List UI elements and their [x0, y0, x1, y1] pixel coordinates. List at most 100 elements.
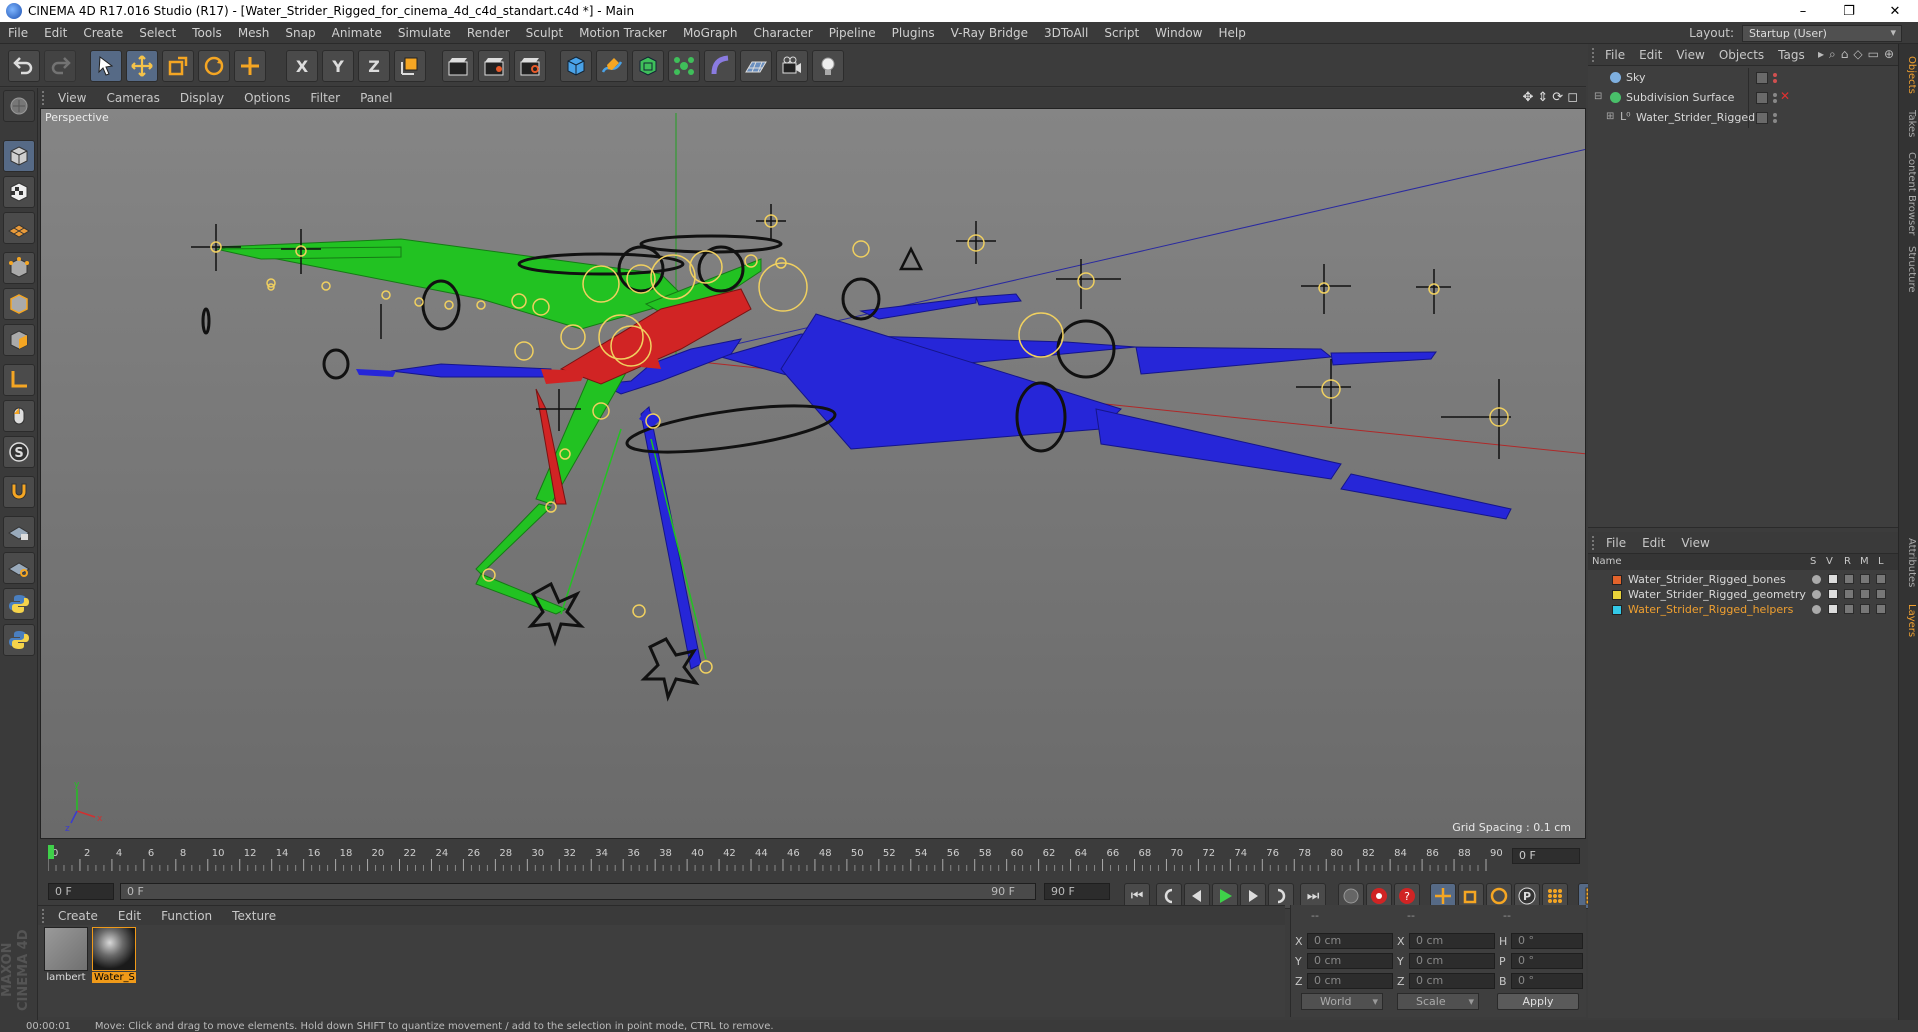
render-toggle[interactable]: [1844, 589, 1854, 599]
manager-toggle[interactable]: [1860, 574, 1870, 584]
manager-toggle[interactable]: [1860, 589, 1870, 599]
layer-row-geometry[interactable]: Water_Strider_Rigged_geometry: [1588, 587, 1898, 602]
material-menu-texture[interactable]: Texture: [222, 909, 286, 923]
visible-toggle[interactable]: [1828, 589, 1838, 599]
layer-menu-edit[interactable]: Edit: [1634, 536, 1673, 550]
end-frame-field[interactable]: 90 F: [1044, 883, 1110, 900]
object-row-subdivision-surface[interactable]: ⊟ Subdivision Surface ✕: [1588, 88, 1898, 108]
size-mode-select[interactable]: Scale: [1397, 993, 1479, 1010]
minimize-button[interactable]: –: [1780, 0, 1826, 22]
points-mode-button[interactable]: [3, 252, 35, 284]
menu-animate[interactable]: Animate: [324, 22, 390, 44]
dolly-view-icon[interactable]: ⇕: [1537, 90, 1548, 105]
viewport-menu-view[interactable]: View: [48, 91, 96, 105]
viewport-menu-cameras[interactable]: Cameras: [96, 91, 169, 105]
polygons-mode-button[interactable]: [3, 324, 35, 356]
scale-tool-button[interactable]: [162, 50, 194, 82]
menu-motion-tracker[interactable]: Motion Tracker: [571, 22, 675, 44]
make-editable-button[interactable]: [3, 90, 35, 122]
column-manager[interactable]: M: [1860, 556, 1869, 567]
render-to-picture-viewer-button[interactable]: [478, 50, 510, 82]
rot-h-field[interactable]: 0 °: [1511, 933, 1583, 949]
object-menu-edit[interactable]: Edit: [1632, 48, 1669, 62]
editor-visibility-dot[interactable]: [1773, 73, 1777, 77]
menu-create[interactable]: Create: [75, 22, 131, 44]
menu-script[interactable]: Script: [1096, 22, 1147, 44]
collapse-icon[interactable]: ▭: [1868, 47, 1879, 62]
viewport-menu-display[interactable]: Display: [170, 91, 234, 105]
layer-color-swatch[interactable]: [1612, 575, 1622, 585]
tab-content-browser[interactable]: Content Browser: [1901, 148, 1917, 239]
pan-view-icon[interactable]: ✥: [1522, 90, 1533, 105]
column-name[interactable]: Name: [1592, 556, 1622, 567]
rot-b-field[interactable]: 0 °: [1511, 973, 1583, 989]
render-settings-button[interactable]: [514, 50, 546, 82]
lock-toggle[interactable]: [1876, 574, 1886, 584]
add-floor-button[interactable]: [740, 50, 772, 82]
workplane-mode-toggle[interactable]: [3, 552, 35, 584]
material-menu-edit[interactable]: Edit: [108, 909, 151, 923]
close-button[interactable]: ✕: [1872, 0, 1918, 22]
add-light-button[interactable]: [812, 50, 844, 82]
live-selection-button[interactable]: [90, 50, 122, 82]
material-swatch-water-strider[interactable]: Water_S: [92, 927, 136, 983]
lock-toggle[interactable]: [1876, 589, 1886, 599]
workplane-mode-button[interactable]: [3, 212, 35, 244]
magnet-tool-button[interactable]: [3, 476, 35, 508]
undo-button[interactable]: [8, 50, 40, 82]
menu-tools[interactable]: Tools: [184, 22, 230, 44]
menu-window[interactable]: Window: [1147, 22, 1210, 44]
texture-mode-button[interactable]: [3, 176, 35, 208]
material-menu-create[interactable]: Create: [48, 909, 108, 923]
menu-3dtoall[interactable]: 3DToAll: [1036, 22, 1096, 44]
object-menu-tags[interactable]: Tags: [1771, 48, 1812, 62]
add-camera-button[interactable]: [776, 50, 808, 82]
expand-collapse-icon[interactable]: ⊟: [1594, 91, 1602, 102]
coordinate-system-button[interactable]: [394, 50, 426, 82]
layer-menu-file[interactable]: File: [1598, 536, 1634, 550]
rotate-tool-button[interactable]: [198, 50, 230, 82]
tweak-mode-button[interactable]: [3, 400, 35, 432]
size-y-field[interactable]: 0 cm: [1409, 953, 1495, 969]
recent-tool-button[interactable]: [234, 50, 266, 82]
pos-y-field[interactable]: 0 cm: [1307, 953, 1393, 969]
pos-z-field[interactable]: 0 cm: [1307, 973, 1393, 989]
perspective-viewport[interactable]: y x z Perspective Grid Spacing : 0.1 cm: [40, 108, 1586, 839]
menu-help[interactable]: Help: [1210, 22, 1253, 44]
menu-select[interactable]: Select: [131, 22, 184, 44]
disabled-x-icon[interactable]: ✕: [1780, 89, 1790, 103]
object-row-water-strider-rigged[interactable]: ⊞ L⁰ Water_Strider_Rigged: [1588, 108, 1898, 128]
render-visibility-dot[interactable]: [1773, 99, 1777, 103]
menu-character[interactable]: Character: [745, 22, 820, 44]
tab-structure[interactable]: Structure: [1901, 242, 1917, 297]
editor-visibility-dot[interactable]: [1773, 113, 1777, 117]
size-z-field[interactable]: 0 cm: [1409, 973, 1495, 989]
viewport-menu-filter[interactable]: Filter: [300, 91, 350, 105]
lock-toggle[interactable]: [1876, 604, 1886, 614]
y-axis-lock-button[interactable]: Y: [322, 50, 354, 82]
menu-file[interactable]: File: [0, 22, 36, 44]
snapping-button[interactable]: S: [3, 436, 35, 468]
z-axis-lock-button[interactable]: Z: [358, 50, 390, 82]
rotate-view-icon[interactable]: ⟳: [1552, 90, 1563, 105]
home-icon[interactable]: ⌂: [1841, 47, 1849, 62]
redo-button[interactable]: [44, 50, 76, 82]
python-script-button[interactable]: [3, 588, 35, 620]
menu-render[interactable]: Render: [459, 22, 518, 44]
x-axis-lock-button[interactable]: X: [286, 50, 318, 82]
apply-button[interactable]: Apply: [1497, 993, 1579, 1010]
tab-takes[interactable]: Takes: [1901, 106, 1917, 141]
manager-toggle[interactable]: [1860, 604, 1870, 614]
tab-layers[interactable]: Layers: [1901, 600, 1917, 641]
tab-attributes[interactable]: Attributes: [1901, 534, 1917, 591]
material-swatch-lambert[interactable]: lambert: [44, 927, 88, 983]
object-row-sky[interactable]: Sky: [1588, 68, 1898, 88]
menu-plugins[interactable]: Plugins: [884, 22, 943, 44]
layer-color-swatch[interactable]: [1612, 590, 1622, 600]
menu-mesh[interactable]: Mesh: [230, 22, 278, 44]
editor-visibility-dot[interactable]: [1773, 93, 1777, 97]
python-console-button[interactable]: [3, 624, 35, 656]
new-window-icon[interactable]: ⊕: [1884, 47, 1894, 62]
add-array-button[interactable]: [668, 50, 700, 82]
timeline-ruler[interactable]: 0 2 4 6 8 10 12 14 16 18 20 22 24 26 28 30 32 34 36 38 40 42 4…: [48, 845, 1586, 879]
